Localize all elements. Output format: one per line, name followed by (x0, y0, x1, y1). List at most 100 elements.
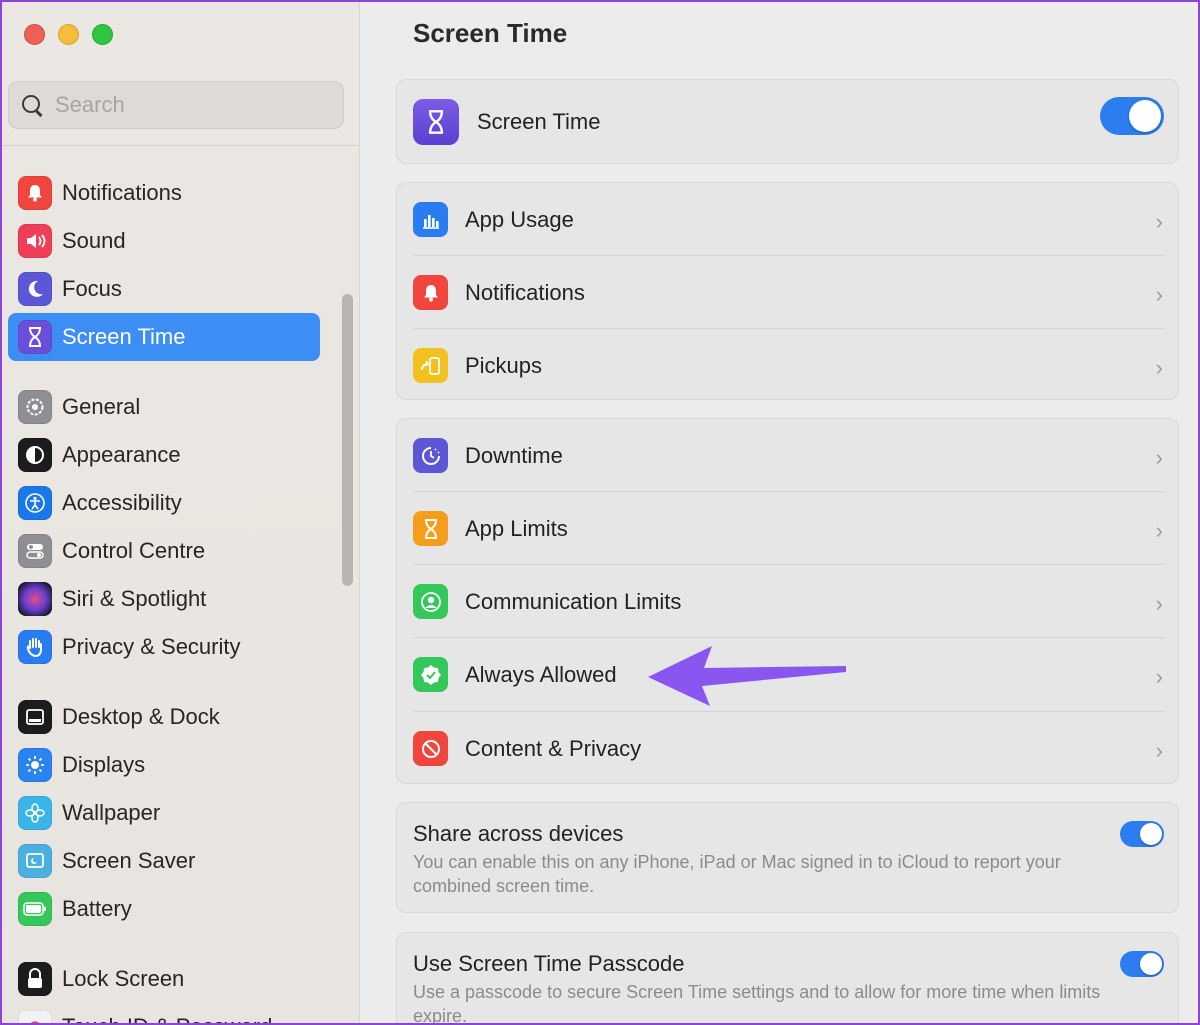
sidebar-item-label: Screen Time (62, 324, 186, 349)
sidebar-item-control-centre[interactable]: Control Centre (8, 527, 320, 575)
usage-card: App Usage › Notifications › Pickups › (396, 182, 1179, 400)
sidebar-item-label: Siri & Spotlight (62, 586, 207, 611)
flower-icon (18, 796, 52, 830)
bell-icon (18, 176, 52, 210)
sidebar-item-notifications[interactable]: Notifications (8, 169, 320, 217)
sidebar-item-label: Battery (62, 896, 132, 921)
zoom-window-button[interactable] (92, 24, 113, 45)
row-label: Communication Limits (465, 588, 682, 614)
sidebar-item-label: Wallpaper (62, 800, 161, 825)
row-label: Pickups (465, 352, 543, 378)
person-icon (413, 584, 448, 619)
sidebar-item-label: Displays (62, 752, 146, 777)
screen-time-row: Screen Time (413, 85, 1165, 158)
annotation-arrow (648, 646, 846, 706)
sidebar-item-appearance[interactable]: Appearance (8, 431, 320, 479)
checkmark-seal-icon (413, 657, 448, 692)
row-label: Content & Privacy (465, 735, 642, 761)
sidebar-item-label: Accessibility (62, 490, 182, 515)
sidebar-item-wallpaper[interactable]: Wallpaper (8, 789, 320, 837)
sidebar-item-label: General (62, 394, 141, 419)
hand-icon (18, 630, 52, 664)
sidebar-item-sound[interactable]: Sound (8, 217, 320, 265)
row-downtime[interactable]: Downtime › (413, 419, 1165, 492)
appearance-icon (18, 438, 52, 472)
minimize-window-button[interactable] (58, 24, 79, 45)
screen-time-label: Screen Time (477, 108, 601, 134)
chevron-right-icon: › (1155, 209, 1163, 234)
accessibility-icon (18, 486, 52, 520)
row-app-limits[interactable]: App Limits › (413, 492, 1165, 565)
passcode-toggle[interactable] (1120, 951, 1164, 977)
sidebar-item-siri-spotlight[interactable]: Siri & Spotlight (8, 575, 320, 623)
sidebar-item-label: Notifications (62, 180, 182, 205)
share-title: Share across devices (413, 821, 624, 846)
sidebar-group-4: Lock Screen Touch ID & Password (8, 955, 320, 1023)
bell-icon (413, 275, 448, 310)
passcode-description: Use a passcode to secure Screen Time set… (413, 982, 1101, 1023)
chevron-right-icon: › (1155, 518, 1163, 543)
sidebar-item-label: Sound (62, 228, 126, 253)
row-label: Notifications (465, 279, 585, 305)
sidebar-group-2: General Appearance Accessibility Control… (8, 383, 320, 671)
sidebar-item-label: Touch ID & Password (62, 1014, 272, 1023)
window-controls (24, 24, 113, 45)
restricted-icon (413, 731, 448, 766)
sidebar-item-accessibility[interactable]: Accessibility (8, 479, 320, 527)
chart-icon (413, 202, 448, 237)
sidebar-item-focus[interactable]: Focus (8, 265, 320, 313)
pickup-icon (413, 348, 448, 383)
search-icon (21, 94, 43, 116)
sidebar-scrollbar[interactable] (342, 294, 353, 586)
limits-card: Downtime › App Limits › Communication Li… (396, 418, 1179, 784)
row-app-usage[interactable]: App Usage › (413, 183, 1165, 256)
sidebar-item-lock-screen[interactable]: Lock Screen (8, 955, 320, 1003)
battery-icon (18, 892, 52, 926)
moon-icon (18, 272, 52, 306)
sidebar-item-privacy-security[interactable]: Privacy & Security (8, 623, 320, 671)
sidebar-group-3: Desktop & Dock Displays Wallpaper Screen… (8, 693, 320, 933)
row-content-privacy[interactable]: Content & Privacy › (413, 712, 1165, 785)
gear-icon (18, 390, 52, 424)
row-label: Always Allowed (465, 661, 617, 687)
lock-icon (18, 962, 52, 996)
row-notifications[interactable]: Notifications › (413, 256, 1165, 329)
sidebar-item-desktop-dock[interactable]: Desktop & Dock (8, 693, 320, 741)
hourglass-icon (18, 320, 52, 354)
close-window-button[interactable] (24, 24, 45, 45)
sidebar-item-label: Lock Screen (62, 966, 185, 991)
screen-time-card: Screen Time (396, 79, 1179, 164)
speaker-icon (18, 224, 52, 258)
sidebar-item-label: Desktop & Dock (62, 704, 220, 729)
sidebar-item-label: Privacy & Security (62, 634, 241, 659)
row-pickups[interactable]: Pickups › (413, 329, 1165, 402)
siri-icon (18, 582, 52, 616)
fingerprint-icon (18, 1010, 52, 1023)
chevron-right-icon: › (1155, 445, 1163, 470)
sidebar-item-screen-time[interactable]: Screen Time (8, 313, 320, 361)
sidebar-item-label: Focus (62, 276, 122, 301)
row-label: App Usage (465, 206, 574, 232)
chevron-right-icon: › (1155, 591, 1163, 616)
sidebar: Search Notifications Sound Focus Screen … (2, 2, 360, 1023)
sidebar-item-displays[interactable]: Displays (8, 741, 320, 789)
sidebar-item-battery[interactable]: Battery (8, 885, 320, 933)
sidebar-item-screen-saver[interactable]: Screen Saver (8, 837, 320, 885)
sidebar-item-label: Screen Saver (62, 848, 196, 873)
search-field[interactable]: Search (8, 81, 344, 129)
screen-time-toggle[interactable] (1100, 97, 1164, 135)
chevron-right-icon: › (1155, 664, 1163, 689)
sidebar-group-1: Notifications Sound Focus Screen Time (8, 169, 320, 361)
screen-saver-icon (18, 844, 52, 878)
hourglass-icon (413, 98, 459, 145)
sidebar-item-touch-id[interactable]: Touch ID & Password (8, 1003, 320, 1023)
share-card: Share across devices You can enable this… (396, 802, 1179, 913)
sidebar-item-label: Control Centre (62, 538, 206, 563)
share-toggle[interactable] (1120, 821, 1164, 847)
search-placeholder: Search (55, 92, 125, 117)
control-centre-icon (18, 534, 52, 568)
sidebar-divider (2, 145, 359, 146)
row-communication-limits[interactable]: Communication Limits › (413, 565, 1165, 638)
sidebar-item-general[interactable]: General (8, 383, 320, 431)
downtime-icon (413, 438, 448, 473)
